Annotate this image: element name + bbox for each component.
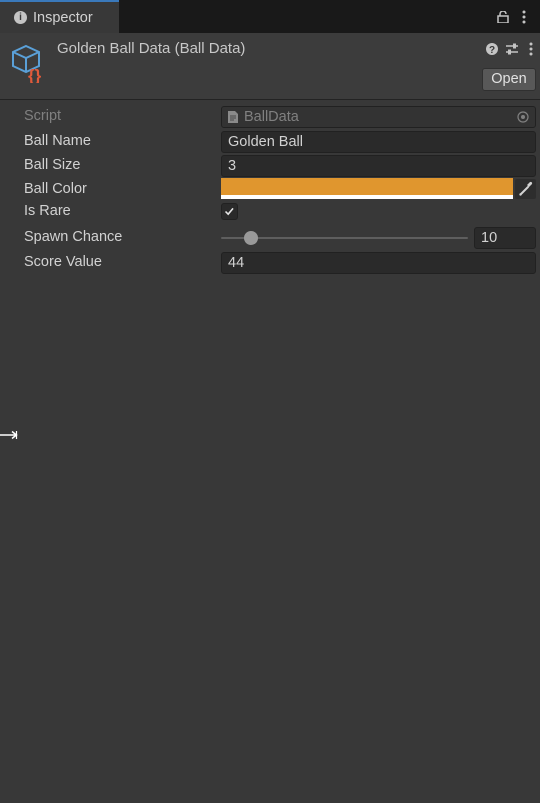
kebab-menu-icon[interactable] (527, 42, 535, 56)
property-row-ball-color: Ball Color (0, 178, 540, 201)
eyedropper-icon (519, 181, 533, 196)
checkmark-icon (224, 207, 234, 216)
eyedropper-button[interactable] (515, 179, 536, 199)
property-label: Spawn Chance (24, 229, 123, 245)
ball-size-input[interactable]: 3 (221, 155, 536, 177)
resize-cursor-icon (0, 430, 18, 440)
property-label: Ball Color (24, 181, 87, 197)
color-alpha-bar (221, 195, 513, 199)
open-button[interactable]: Open (482, 68, 536, 91)
inspector-header: {} Golden Ball Data (Ball Data) ? Open (0, 33, 540, 100)
presets-icon[interactable] (505, 42, 519, 56)
property-row-script: Script BallData (0, 106, 540, 128)
is-rare-checkbox[interactable] (221, 203, 238, 220)
tab-inspector[interactable]: i Inspector (0, 0, 119, 33)
help-icon[interactable]: ? (485, 42, 499, 56)
svg-text:?: ? (489, 45, 495, 56)
info-icon: i (14, 11, 27, 24)
property-label: Ball Name (24, 133, 91, 149)
scriptable-object-icon: {} (12, 44, 42, 83)
property-row-spawn-chance: Spawn Chance 10 (0, 227, 540, 249)
svg-text:{}: {} (28, 66, 42, 83)
asset-title: Golden Ball Data (Ball Data) (57, 40, 246, 57)
spawn-chance-slider-thumb[interactable] (243, 231, 258, 245)
score-value-input[interactable]: 44 (221, 252, 536, 274)
object-picker-icon (517, 111, 529, 123)
ball-name-input[interactable]: Golden Ball (221, 131, 536, 153)
tab-bar: i Inspector (0, 0, 540, 33)
ball-color-field[interactable] (221, 178, 515, 200)
property-label: Script (24, 108, 62, 124)
property-row-score-value: Score Value 44 (0, 252, 540, 274)
color-swatch (221, 178, 513, 195)
kebab-menu-icon[interactable] (518, 10, 530, 24)
script-name: BallData (244, 109, 299, 125)
spawn-chance-slider-track[interactable] (221, 237, 468, 239)
spawn-chance-input[interactable]: 10 (474, 227, 536, 249)
property-row-ball-size: Ball Size 3 (0, 155, 540, 177)
tab-label: Inspector (33, 9, 93, 26)
property-row-ball-name: Ball Name Golden Ball (0, 131, 540, 153)
property-row-is-rare: Is Rare (0, 203, 540, 225)
script-file-icon (228, 111, 238, 123)
property-label: Is Rare (24, 203, 71, 219)
property-label: Ball Size (24, 157, 81, 173)
lock-icon[interactable] (497, 11, 509, 23)
property-label: Score Value (24, 254, 102, 270)
script-object-field: BallData (221, 106, 536, 128)
